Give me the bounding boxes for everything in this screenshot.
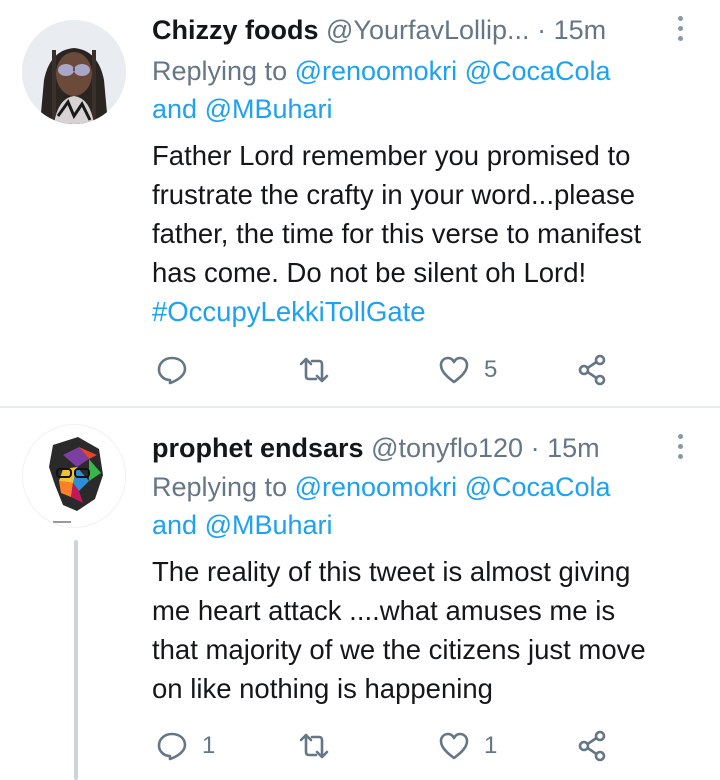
timestamp[interactable]: 15m bbox=[554, 15, 607, 45]
tweet-header: prophet endsars @tonyflo120 · 15m bbox=[152, 428, 672, 468]
tweet-header: Chizzy foods @YourfavLollip... · 15m bbox=[152, 10, 672, 50]
tweet-card[interactable]: Chizzy foods @YourfavLollip... · 15m Rep… bbox=[0, 0, 720, 407]
retweet-button[interactable] bbox=[298, 726, 344, 766]
tweet-text-line: me heart attack ....what amuses me is bbox=[152, 595, 616, 626]
share-button[interactable] bbox=[576, 726, 608, 766]
mention-link[interactable]: @CocaCola bbox=[465, 472, 611, 502]
separator-dot: · bbox=[530, 433, 540, 463]
tweet-card[interactable]: prophet endsars @tonyflo120 · 15m Replyi… bbox=[0, 408, 720, 780]
replying-to: Replying to @renoomokri @CocaCola and @M… bbox=[152, 52, 692, 128]
replying-to: Replying to @renoomokri @CocaCola and @M… bbox=[152, 468, 692, 544]
like-count: 1 bbox=[484, 732, 498, 759]
tweet-text-line: Father Lord remember you promised to bbox=[152, 140, 631, 171]
separator-dot: · bbox=[537, 15, 547, 45]
tweet-actions: 1 1 bbox=[152, 726, 672, 766]
tweet-text-line: that majority of we the citizens just mo… bbox=[152, 634, 646, 665]
tweet-text-line: on like nothing is happening bbox=[152, 673, 493, 704]
like-button[interactable]: 1 bbox=[438, 726, 497, 766]
heart-icon bbox=[439, 356, 469, 384]
user-handle[interactable]: @tonyflo120 bbox=[371, 433, 523, 463]
replying-prefix: Replying to bbox=[152, 472, 288, 502]
heart-icon bbox=[439, 732, 469, 760]
display-name[interactable]: Chizzy foods bbox=[152, 15, 319, 45]
tweet-text-line: frustrate the crafty in your word...plea… bbox=[152, 179, 635, 210]
like-count: 5 bbox=[484, 356, 498, 383]
mention-link[interactable]: @CocaCola bbox=[465, 56, 611, 86]
avatar-photo-icon bbox=[22, 20, 126, 124]
tweet-text: The reality of this tweet is almost givi… bbox=[152, 552, 704, 708]
tweet-text: Father Lord remember you promised to fru… bbox=[152, 136, 704, 331]
mention-link[interactable]: @renoomokri bbox=[295, 56, 457, 86]
tweet-text-line: The reality of this tweet is almost givi… bbox=[152, 556, 631, 587]
retweet-button[interactable] bbox=[298, 350, 344, 390]
retweet-icon bbox=[299, 357, 329, 383]
replying-prefix: Replying to bbox=[152, 56, 288, 86]
reply-icon bbox=[157, 356, 187, 385]
share-icon bbox=[578, 730, 606, 762]
mention-and[interactable]: and bbox=[152, 510, 197, 540]
tweet-actions: 5 bbox=[152, 350, 672, 390]
share-button[interactable] bbox=[576, 350, 608, 390]
reply-icon bbox=[157, 732, 187, 761]
reply-button[interactable] bbox=[156, 350, 202, 390]
thread-line bbox=[74, 540, 78, 780]
tweet-text-line: has come. Do not be silent oh Lord! bbox=[152, 257, 587, 288]
retweet-icon bbox=[299, 733, 329, 759]
user-avatar[interactable] bbox=[22, 424, 126, 528]
reply-count: 1 bbox=[202, 732, 216, 759]
user-avatar[interactable] bbox=[22, 20, 126, 124]
hashtag-link[interactable]: #OccupyLekkiTollGate bbox=[152, 292, 704, 331]
user-handle[interactable]: @YourfavLollip... bbox=[326, 15, 530, 45]
mention-link[interactable]: @MBuhari bbox=[205, 94, 333, 124]
display-name[interactable]: prophet endsars bbox=[152, 433, 364, 463]
mention-link[interactable]: @MBuhari bbox=[205, 510, 333, 540]
timestamp[interactable]: 15m bbox=[547, 433, 600, 463]
share-icon bbox=[578, 354, 606, 386]
like-button[interactable]: 5 bbox=[438, 350, 497, 390]
mention-and[interactable]: and bbox=[152, 94, 197, 124]
tweet-text-line: father, the time for this verse to manif… bbox=[152, 218, 642, 249]
mention-link[interactable]: @renoomokri bbox=[295, 472, 457, 502]
avatar-photo-icon bbox=[23, 425, 125, 527]
more-options-icon[interactable] bbox=[674, 16, 686, 46]
reply-button[interactable]: 1 bbox=[156, 726, 215, 766]
more-options-icon[interactable] bbox=[674, 434, 686, 464]
